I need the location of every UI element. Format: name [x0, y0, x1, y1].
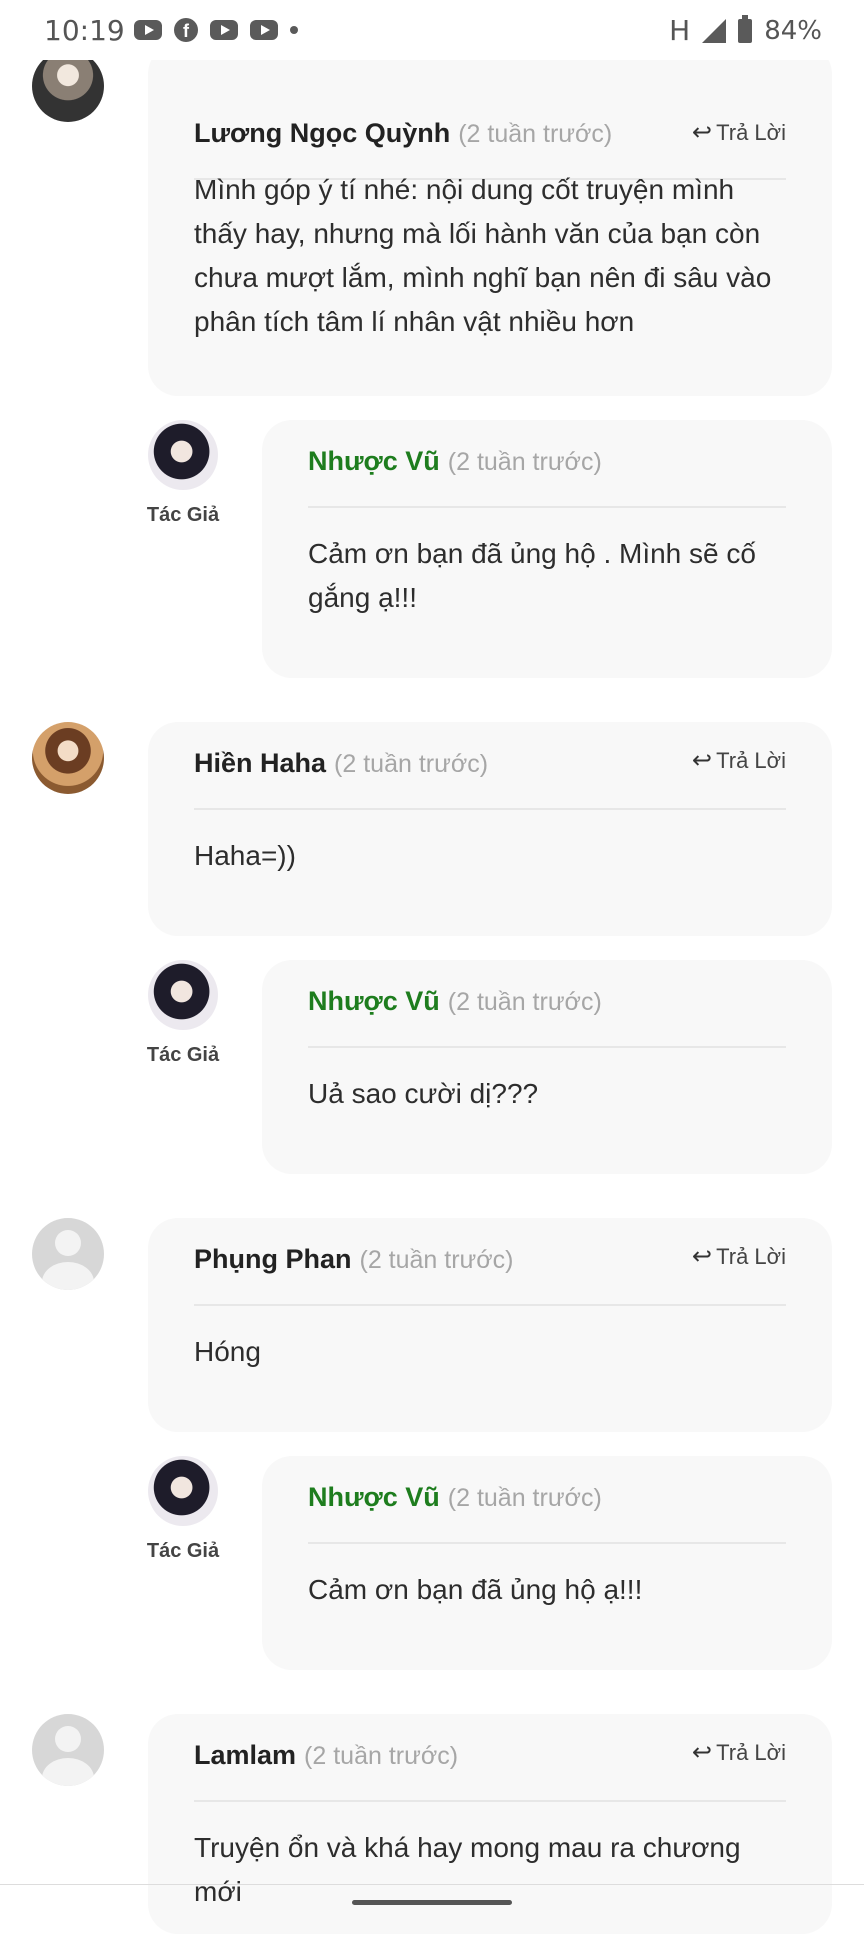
signal-icon: [702, 18, 727, 43]
reply-icon: ↩: [692, 1738, 713, 1766]
reply-bubble: Nhược Vũ (2 tuần trước) Cảm ơn bạn đã ủng…: [262, 420, 832, 678]
author-avatar[interactable]: [148, 1456, 218, 1526]
reply-label: Trả Lời: [716, 748, 786, 773]
youtube-icon: [250, 20, 278, 40]
comment-bubble: Hiền Haha (2 tuần trước) ↩ Trả Lời Haha=)): [148, 722, 832, 936]
reply-button[interactable]: ↩ Trả Lời: [692, 1738, 786, 1766]
nav-divider: [0, 1884, 864, 1885]
reply-header: Nhược Vũ (2 tuần trước): [308, 430, 786, 508]
reply-text: Cảm ơn bạn đã ủng hộ ạ!!!: [308, 1574, 643, 1605]
comment-header: Lương Ngọc Quỳnh (2 tuần trước) ↩ Trả Lời: [194, 74, 786, 180]
facebook-icon: f: [174, 18, 198, 42]
reply-label: Trả Lời: [716, 1740, 786, 1765]
home-indicator[interactable]: [352, 1900, 512, 1905]
comment-time: (2 tuần trước): [334, 750, 489, 778]
avatar[interactable]: [32, 50, 104, 122]
comment-text: Hóng: [194, 1336, 261, 1367]
reply-button[interactable]: ↩ Trả Lời: [692, 118, 786, 146]
more-notifications-icon: [290, 26, 298, 34]
commenter-name[interactable]: Phụng Phan (2 tuần trước): [194, 1244, 514, 1275]
reply-icon: ↩: [692, 1242, 713, 1270]
comment-text: Mình góp ý tí nhé: nội dung cốt truyện m…: [194, 174, 772, 337]
reply-text: Uả sao cười dị???: [308, 1078, 539, 1109]
author-name-text: Nhược Vũ: [308, 1482, 440, 1512]
author-name[interactable]: Nhược Vũ (2 tuần trước): [308, 986, 602, 1017]
status-time: 10:19: [44, 14, 125, 47]
comment-header: Phụng Phan (2 tuần trước) ↩ Trả Lời: [194, 1228, 786, 1306]
system-icons: H 84%: [669, 14, 822, 47]
reply-header: Nhược Vũ (2 tuần trước): [308, 1466, 786, 1544]
network-type: H: [669, 14, 691, 47]
commenter-name-text: Lương Ngọc Quỳnh: [194, 118, 451, 148]
author-avatar[interactable]: [148, 420, 218, 490]
author-name-text: Nhược Vũ: [308, 446, 440, 476]
author-name-text: Nhược Vũ: [308, 986, 440, 1016]
reply-label: Trả Lời: [716, 120, 786, 145]
comment-time: (2 tuần trước): [304, 1742, 459, 1770]
reply-time: (2 tuần trước): [447, 1484, 602, 1512]
comment-header: Lamlam (2 tuần trước) ↩ Trả Lời: [194, 1724, 786, 1802]
comment-header: Hiền Haha (2 tuần trước) ↩ Trả Lời: [194, 732, 786, 810]
comment-text: Haha=)): [194, 840, 296, 871]
author-name[interactable]: Nhược Vũ (2 tuần trước): [308, 446, 602, 477]
author-tag: Tác Giả: [146, 1540, 220, 1562]
avatar[interactable]: [32, 722, 104, 794]
reply-time: (2 tuần trước): [447, 988, 602, 1016]
reply-button[interactable]: ↩ Trả Lời: [692, 746, 786, 774]
commenter-name[interactable]: Lương Ngọc Quỳnh (2 tuần trước): [194, 118, 612, 149]
reply-icon: ↩: [692, 118, 713, 146]
commenter-name[interactable]: Hiền Haha (2 tuần trước): [194, 748, 488, 779]
status-bar: 10:19 f H 84%: [0, 0, 864, 60]
reply-bubble: Nhược Vũ (2 tuần trước) Cảm ơn bạn đã ủng…: [262, 1456, 832, 1670]
comment-time: (2 tuần trước): [359, 1246, 514, 1274]
youtube-icon: [134, 20, 162, 40]
reply-bubble: Nhược Vũ (2 tuần trước) Uả sao cười dị???: [262, 960, 832, 1174]
battery-level: 84%: [764, 15, 822, 46]
reply-text: Cảm ơn bạn đã ủng hộ . Mình sẽ cố gắng ạ…: [308, 538, 756, 613]
avatar-placeholder[interactable]: [32, 1714, 104, 1786]
commenter-name-text: Hiền Haha: [194, 748, 327, 778]
commenter-name[interactable]: Lamlam (2 tuần trước): [194, 1740, 458, 1771]
author-avatar[interactable]: [148, 960, 218, 1030]
comment-bubble: Phụng Phan (2 tuần trước) ↩ Trả Lời Hóng: [148, 1218, 832, 1432]
author-name[interactable]: Nhược Vũ (2 tuần trước): [308, 1482, 602, 1513]
reply-time: (2 tuần trước): [447, 448, 602, 476]
avatar-placeholder[interactable]: [32, 1218, 104, 1290]
comment-time: (2 tuần trước): [458, 120, 613, 148]
reply-header: Nhược Vũ (2 tuần trước): [308, 970, 786, 1048]
youtube-icon: [210, 20, 238, 40]
author-tag: Tác Giả: [146, 504, 220, 526]
battery-icon: [738, 14, 753, 43]
commenter-name-text: Lamlam: [194, 1740, 297, 1770]
reply-label: Trả Lời: [716, 1244, 786, 1269]
author-tag: Tác Giả: [146, 1044, 220, 1066]
reply-button[interactable]: ↩ Trả Lời: [692, 1242, 786, 1270]
reply-icon: ↩: [692, 746, 713, 774]
comment-bubble: Lương Ngọc Quỳnh (2 tuần trước) ↩ Trả Lời …: [148, 44, 832, 396]
commenter-name-text: Phụng Phan: [194, 1244, 352, 1274]
notification-icons: f: [134, 18, 298, 42]
